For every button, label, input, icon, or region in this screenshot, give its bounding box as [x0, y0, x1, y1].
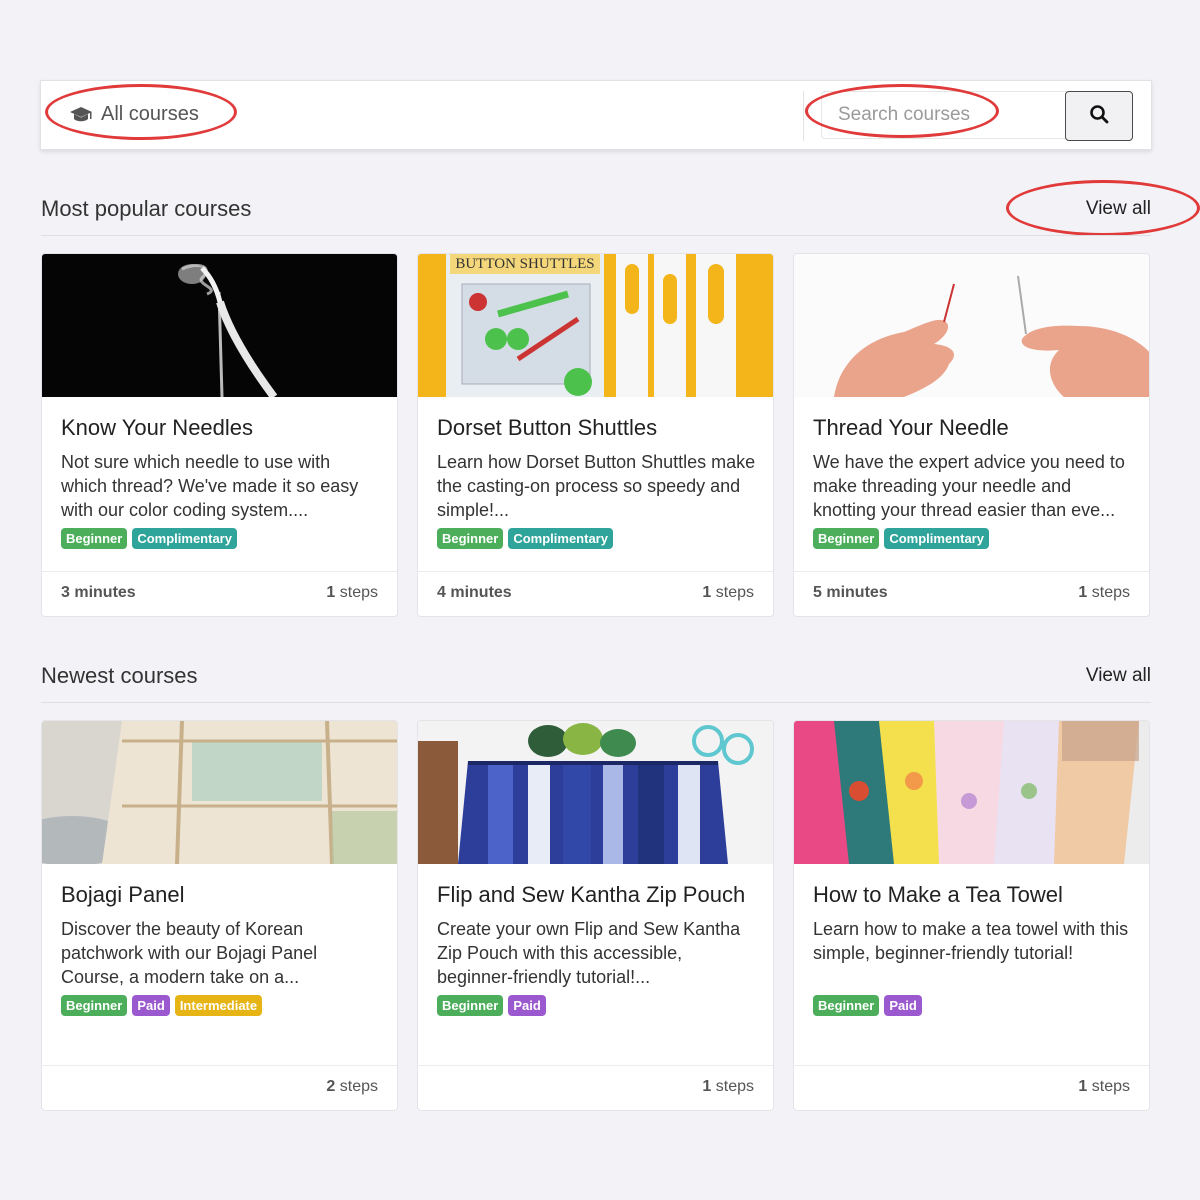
course-card[interactable]: Thread Your Needle We have the expert ad… [793, 253, 1150, 617]
search-button[interactable] [1065, 91, 1133, 141]
course-duration: 5 minutes [813, 584, 888, 601]
course-steps: 1 steps [702, 1078, 754, 1095]
card-footer: 1 steps [418, 1065, 773, 1110]
course-thumbnail [418, 721, 773, 864]
section-title: Newest courses [41, 663, 198, 688]
course-thumbnail: BUTTON SHUTTLES [418, 254, 773, 397]
course-title: Thread Your Needle [813, 415, 1009, 440]
course-thumbnail [42, 721, 397, 864]
course-description: Learn how Dorset Button Shuttles make th… [437, 452, 756, 520]
course-title: Bojagi Panel [61, 882, 185, 907]
course-card[interactable]: How to Make a Tea Towel Learn how to mak… [793, 720, 1150, 1111]
view-all-link[interactable]: View all [1086, 198, 1151, 220]
course-description: Not sure which needle to use with which … [61, 452, 359, 520]
tag-beginner: Beginner [813, 528, 880, 549]
course-steps: 1 steps [1078, 1078, 1130, 1095]
toolbar-divider [803, 91, 804, 141]
course-card[interactable]: BUTTON SHUTTLES Dorset Button Shuttles L… [417, 253, 774, 617]
card-footer: 5 minutes 1 steps [794, 571, 1149, 616]
tag-paid: Paid [508, 995, 546, 1016]
course-description: Create your own Flip and Sew Kantha Zip … [437, 919, 741, 987]
course-thumbnail [42, 254, 397, 397]
course-title: How to Make a Tea Towel [813, 882, 1063, 907]
course-title: Know Your Needles [61, 415, 254, 440]
course-title: Flip and Sew Kantha Zip Pouch [437, 882, 746, 907]
course-description: Learn how to make a tea towel with this … [813, 919, 1129, 963]
all-courses-link[interactable]: All courses [69, 103, 199, 126]
course-steps: 2 steps [326, 1078, 378, 1095]
tag-paid: Paid [884, 995, 922, 1016]
course-thumbnail [794, 254, 1149, 397]
course-card[interactable]: Know Your Needles Not sure which needle … [41, 253, 398, 617]
card-footer: 2 steps [42, 1065, 397, 1110]
section-title: Most popular courses [41, 196, 252, 221]
graduation-cap-icon [69, 105, 93, 125]
card-footer: 1 steps [794, 1065, 1149, 1110]
course-description: We have the expert advice you need to ma… [813, 452, 1125, 520]
thumb-text: BUTTON SHUTTLES [455, 256, 594, 272]
course-toolbar: All courses [40, 80, 1152, 150]
course-title: Dorset Button Shuttles [437, 415, 658, 440]
course-card[interactable]: Bojagi Panel Discover the beauty of Kore… [41, 720, 398, 1111]
tag-paid: Paid [132, 995, 170, 1016]
course-description: Discover the beauty of Korean patchwork … [61, 919, 318, 987]
course-duration: 3 minutes [61, 584, 136, 601]
tag-complimentary: Complimentary [132, 528, 237, 549]
search-icon [1089, 104, 1109, 129]
tag-beginner: Beginner [437, 528, 504, 549]
card-footer: 4 minutes 1 steps [418, 571, 773, 616]
tag-beginner: Beginner [61, 995, 128, 1016]
course-steps: 1 steps [702, 584, 754, 601]
tag-beginner: Beginner [61, 528, 128, 549]
tag-beginner: Beginner [813, 995, 880, 1016]
tag-beginner: Beginner [437, 995, 504, 1016]
tag-complimentary: Complimentary [884, 528, 989, 549]
course-steps: 1 steps [326, 584, 378, 601]
course-steps: 1 steps [1078, 584, 1130, 601]
tag-complimentary: Complimentary [508, 528, 613, 549]
tag-intermediate: Intermediate [174, 995, 263, 1016]
newest-section-header: Newest courses View all [41, 663, 1151, 703]
course-card[interactable]: Flip and Sew Kantha Zip Pouch Create you… [417, 720, 774, 1111]
search-input[interactable] [821, 91, 1067, 139]
popular-section-header: Most popular courses View all [41, 196, 1151, 236]
all-courses-label: All courses [101, 103, 199, 125]
view-all-link[interactable]: View all [1086, 665, 1151, 687]
course-duration: 4 minutes [437, 584, 512, 601]
course-thumbnail [794, 721, 1149, 864]
card-footer: 3 minutes 1 steps [42, 571, 397, 616]
